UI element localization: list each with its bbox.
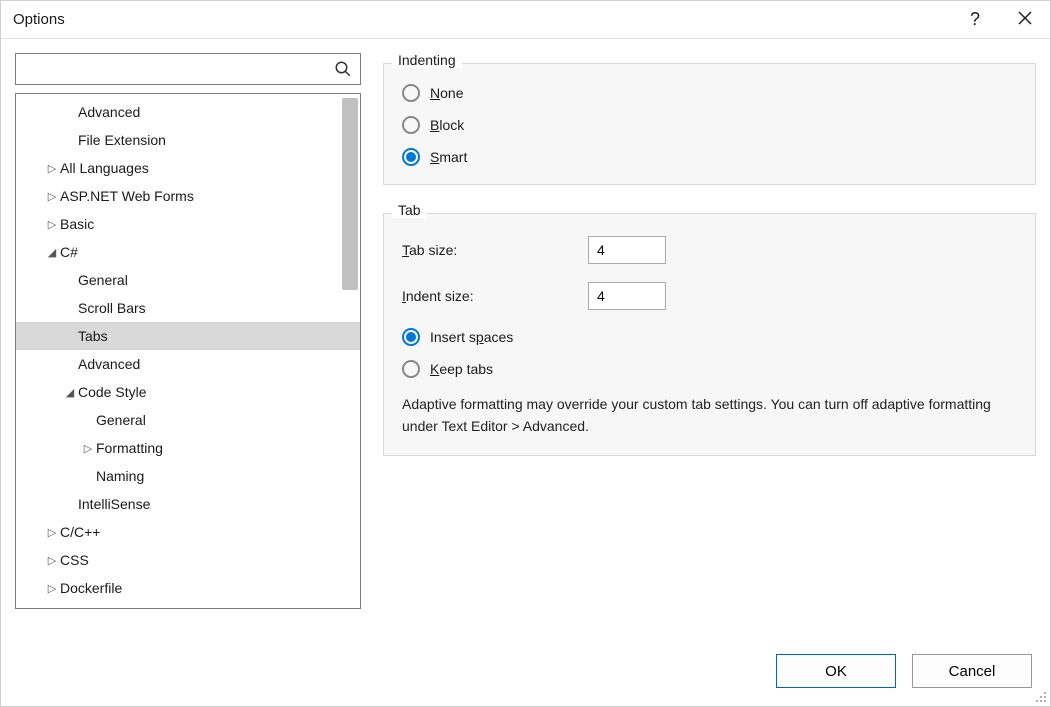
tree-item[interactable]: ▷CSS [16, 546, 360, 574]
tree-item[interactable]: IntelliSense [16, 490, 360, 518]
tree-item-label: Scroll Bars [78, 300, 146, 316]
tree-item-label: Code Style [78, 384, 146, 400]
tree-item[interactable]: General [16, 266, 360, 294]
tree-item-label: Formatting [96, 440, 163, 456]
close-button[interactable] [1008, 5, 1042, 34]
settings-panel: Indenting None Block Smart Tab Tab size:… [383, 53, 1036, 633]
window-title: Options [13, 11, 65, 28]
search-icon [334, 60, 352, 78]
tree-item-label: All Languages [60, 160, 149, 176]
radio-icon [402, 148, 420, 166]
tree-item-label: ASP.NET Web Forms [60, 188, 194, 204]
titlebar: Options ? [1, 1, 1050, 39]
tree-item[interactable]: ▷ASP.NET Web Forms [16, 182, 360, 210]
ok-button[interactable]: OK [776, 654, 896, 688]
close-icon [1018, 11, 1032, 25]
indenting-none-label: None [430, 85, 463, 101]
tree-item-label: Tabs [78, 328, 108, 344]
keep-tabs-radio[interactable]: Keep tabs [402, 360, 1017, 378]
tree-item-label: General [78, 272, 128, 288]
tree-item-label: C# [60, 244, 78, 260]
tree-item-label: Advanced [78, 104, 140, 120]
chevron-right-icon[interactable]: ▷ [46, 554, 58, 567]
insert-spaces-label: Insert spaces [430, 329, 513, 345]
tree-item[interactable]: Tabs [16, 322, 360, 350]
chevron-down-icon[interactable]: ◢ [46, 246, 58, 259]
tree-item[interactable]: File Extension [16, 126, 360, 154]
tree-item-label: C/C++ [60, 524, 100, 540]
chevron-right-icon[interactable]: ▷ [46, 162, 58, 175]
tree-item[interactable]: General [16, 406, 360, 434]
indenting-smart-label: Smart [430, 149, 467, 165]
tree-item[interactable]: Advanced [16, 350, 360, 378]
tree-item[interactable]: ▷All Languages [16, 154, 360, 182]
tree-item[interactable]: Scroll Bars [16, 294, 360, 322]
tree-item[interactable]: Advanced [16, 98, 360, 126]
cancel-button[interactable]: Cancel [912, 654, 1032, 688]
tree-item-label: Dockerfile [60, 580, 122, 596]
indent-size-input[interactable] [588, 282, 666, 310]
tree-item[interactable]: ▷C/C++ [16, 518, 360, 546]
chevron-right-icon[interactable]: ▷ [46, 526, 58, 539]
chevron-right-icon[interactable]: ▷ [46, 582, 58, 595]
keep-tabs-label: Keep tabs [430, 361, 493, 377]
tree-scrollbar[interactable] [342, 98, 358, 290]
chevron-right-icon[interactable]: ▷ [82, 442, 94, 455]
insert-spaces-radio[interactable]: Insert spaces [402, 328, 1017, 346]
indenting-none-radio[interactable]: None [402, 84, 1017, 102]
tree-item[interactable]: ▷Basic [16, 210, 360, 238]
dialog-buttons: OK Cancel [776, 654, 1032, 688]
chevron-down-icon[interactable]: ◢ [64, 386, 76, 399]
tree-item-label: File Extension [78, 132, 166, 148]
radio-icon [402, 360, 420, 378]
tab-size-label: Tab size: [402, 242, 588, 258]
tree-item[interactable]: ▷Formatting [16, 434, 360, 462]
tab-group-label: Tab [392, 202, 427, 218]
tree-item[interactable]: Naming [16, 462, 360, 490]
chevron-right-icon[interactable]: ▷ [46, 218, 58, 231]
tree-item-label: CSS [60, 552, 89, 568]
indenting-smart-radio[interactable]: Smart [402, 148, 1017, 166]
indenting-group-label: Indenting [392, 52, 462, 68]
tree-item[interactable]: ◢Code Style [16, 378, 360, 406]
tab-group: Tab Tab size: Indent size: Insert spaces… [383, 213, 1036, 456]
indenting-group: Indenting None Block Smart [383, 63, 1036, 185]
tree-item-label: General [96, 412, 146, 428]
radio-icon [402, 84, 420, 102]
indent-size-label: Indent size: [402, 288, 588, 304]
tree-item-label: Naming [96, 468, 144, 484]
chevron-right-icon[interactable]: ▷ [46, 190, 58, 203]
options-tree: AdvancedFile Extension▷All Languages▷ASP… [15, 93, 361, 609]
tree-item-label: Advanced [78, 356, 140, 372]
adaptive-formatting-hint: Adaptive formatting may override your cu… [402, 394, 1017, 437]
radio-icon [402, 328, 420, 346]
tree-item[interactable]: ◢C# [16, 238, 360, 266]
radio-icon [402, 116, 420, 134]
tab-size-input[interactable] [588, 236, 666, 264]
resize-grip[interactable] [1034, 690, 1048, 704]
tree-item[interactable]: ▷Dockerfile [16, 574, 360, 602]
search-input[interactable] [15, 53, 361, 85]
tree-item-label: IntelliSense [78, 496, 150, 512]
sidebar: AdvancedFile Extension▷All Languages▷ASP… [15, 53, 361, 633]
help-button[interactable]: ? [960, 5, 990, 34]
tree-item-label: Basic [60, 216, 94, 232]
indenting-block-radio[interactable]: Block [402, 116, 1017, 134]
window-controls: ? [960, 5, 1042, 34]
indenting-block-label: Block [430, 117, 464, 133]
